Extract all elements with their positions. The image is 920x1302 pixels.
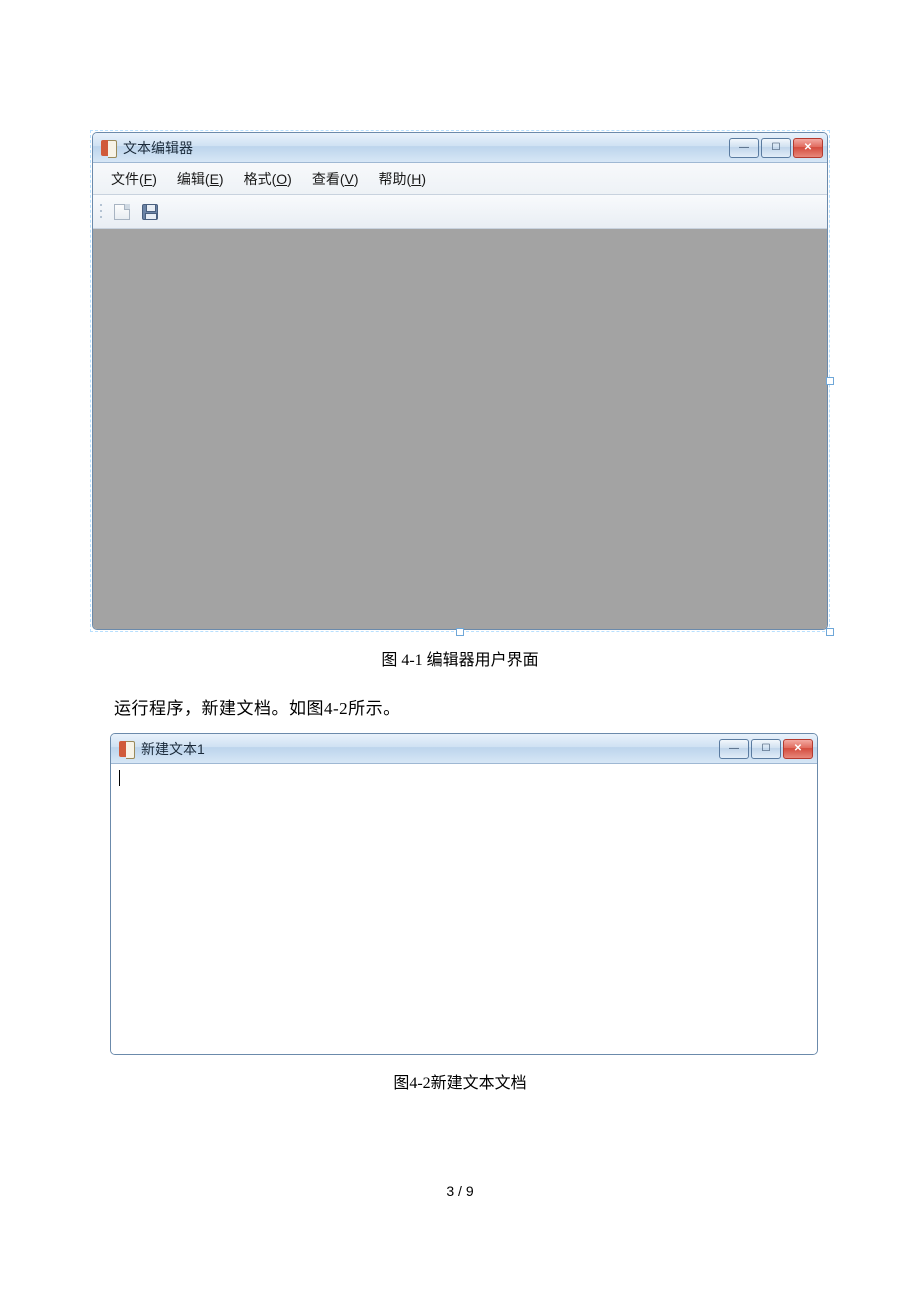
page-number: 3 / 9 xyxy=(90,1183,830,1199)
resize-handle-corner[interactable] xyxy=(826,628,834,636)
text-editor-area[interactable] xyxy=(111,764,817,1054)
figure1-selection-frame: 文本编辑器 — ☐ ✕ 文件(F) 编辑(E) 格式(O) xyxy=(90,130,830,632)
maximize-icon: ☐ xyxy=(762,744,771,754)
menu-format[interactable]: 格式(O) xyxy=(234,165,302,193)
maximize-button-2[interactable]: ☐ xyxy=(751,739,781,759)
menu-help-accel: H xyxy=(411,171,421,187)
menu-help-label: 帮助 xyxy=(379,171,407,187)
menu-help[interactable]: 帮助(H) xyxy=(369,165,436,193)
app-icon xyxy=(101,140,117,156)
body-paragraph: 运行程序，新建文档。如图4-2所示。 xyxy=(114,694,830,719)
menu-edit-accel: E xyxy=(210,171,219,187)
maximize-icon: ☐ xyxy=(772,143,781,153)
minimize-icon: — xyxy=(729,744,739,754)
new-doc-window: 新建文本1 — ☐ ✕ xyxy=(110,733,818,1055)
menu-file-accel: F xyxy=(144,171,153,187)
app-icon-2 xyxy=(119,741,135,757)
figure2-caption: 图4-2新建文本文档 xyxy=(90,1069,830,1093)
menu-file-label: 文件 xyxy=(111,171,139,187)
titlebar[interactable]: 文本编辑器 — ☐ ✕ xyxy=(93,133,827,163)
menu-edit[interactable]: 编辑(E) xyxy=(167,165,234,193)
menu-edit-label: 编辑 xyxy=(177,171,205,187)
close-icon: ✕ xyxy=(794,744,802,754)
menu-view-accel: V xyxy=(345,171,354,187)
text-caret xyxy=(119,770,120,786)
resize-handle-right[interactable] xyxy=(826,377,834,385)
figure1-caption: 图 4-1 编辑器用户界面 xyxy=(90,646,830,670)
window-title: 文本编辑器 xyxy=(123,138,193,158)
figure2-wrap: 新建文本1 — ☐ ✕ xyxy=(110,733,818,1055)
resize-handle-bottom[interactable] xyxy=(456,628,464,636)
minimize-button[interactable]: — xyxy=(729,138,759,158)
mdi-client-area xyxy=(93,229,827,629)
toolbar xyxy=(93,195,827,229)
close-icon: ✕ xyxy=(804,143,812,153)
window-controls: — ☐ ✕ xyxy=(729,138,823,158)
menubar: 文件(F) 编辑(E) 格式(O) 查看(V) 帮助(H) xyxy=(93,163,827,195)
save-button[interactable] xyxy=(139,201,161,223)
menu-format-accel: O xyxy=(276,171,287,187)
editor-window: 文本编辑器 — ☐ ✕ 文件(F) 编辑(E) 格式(O) xyxy=(92,132,828,630)
menu-file[interactable]: 文件(F) xyxy=(101,165,167,193)
menu-view[interactable]: 查看(V) xyxy=(302,165,369,193)
document-page: 文本编辑器 — ☐ ✕ 文件(F) 编辑(E) 格式(O) xyxy=(0,0,920,1259)
window-title-2: 新建文本1 xyxy=(141,739,205,759)
minimize-icon: — xyxy=(739,143,749,153)
new-file-button[interactable] xyxy=(111,201,133,223)
titlebar-2[interactable]: 新建文本1 — ☐ ✕ xyxy=(111,734,817,764)
maximize-button[interactable]: ☐ xyxy=(761,138,791,158)
close-button-2[interactable]: ✕ xyxy=(783,739,813,759)
toolbar-grip[interactable] xyxy=(99,202,105,222)
window-controls-2: — ☐ ✕ xyxy=(719,739,813,759)
save-icon xyxy=(142,204,158,220)
close-button[interactable]: ✕ xyxy=(793,138,823,158)
menu-format-label: 格式 xyxy=(244,171,272,187)
minimize-button-2[interactable]: — xyxy=(719,739,749,759)
menu-view-label: 查看 xyxy=(312,171,340,187)
new-file-icon xyxy=(114,204,130,220)
